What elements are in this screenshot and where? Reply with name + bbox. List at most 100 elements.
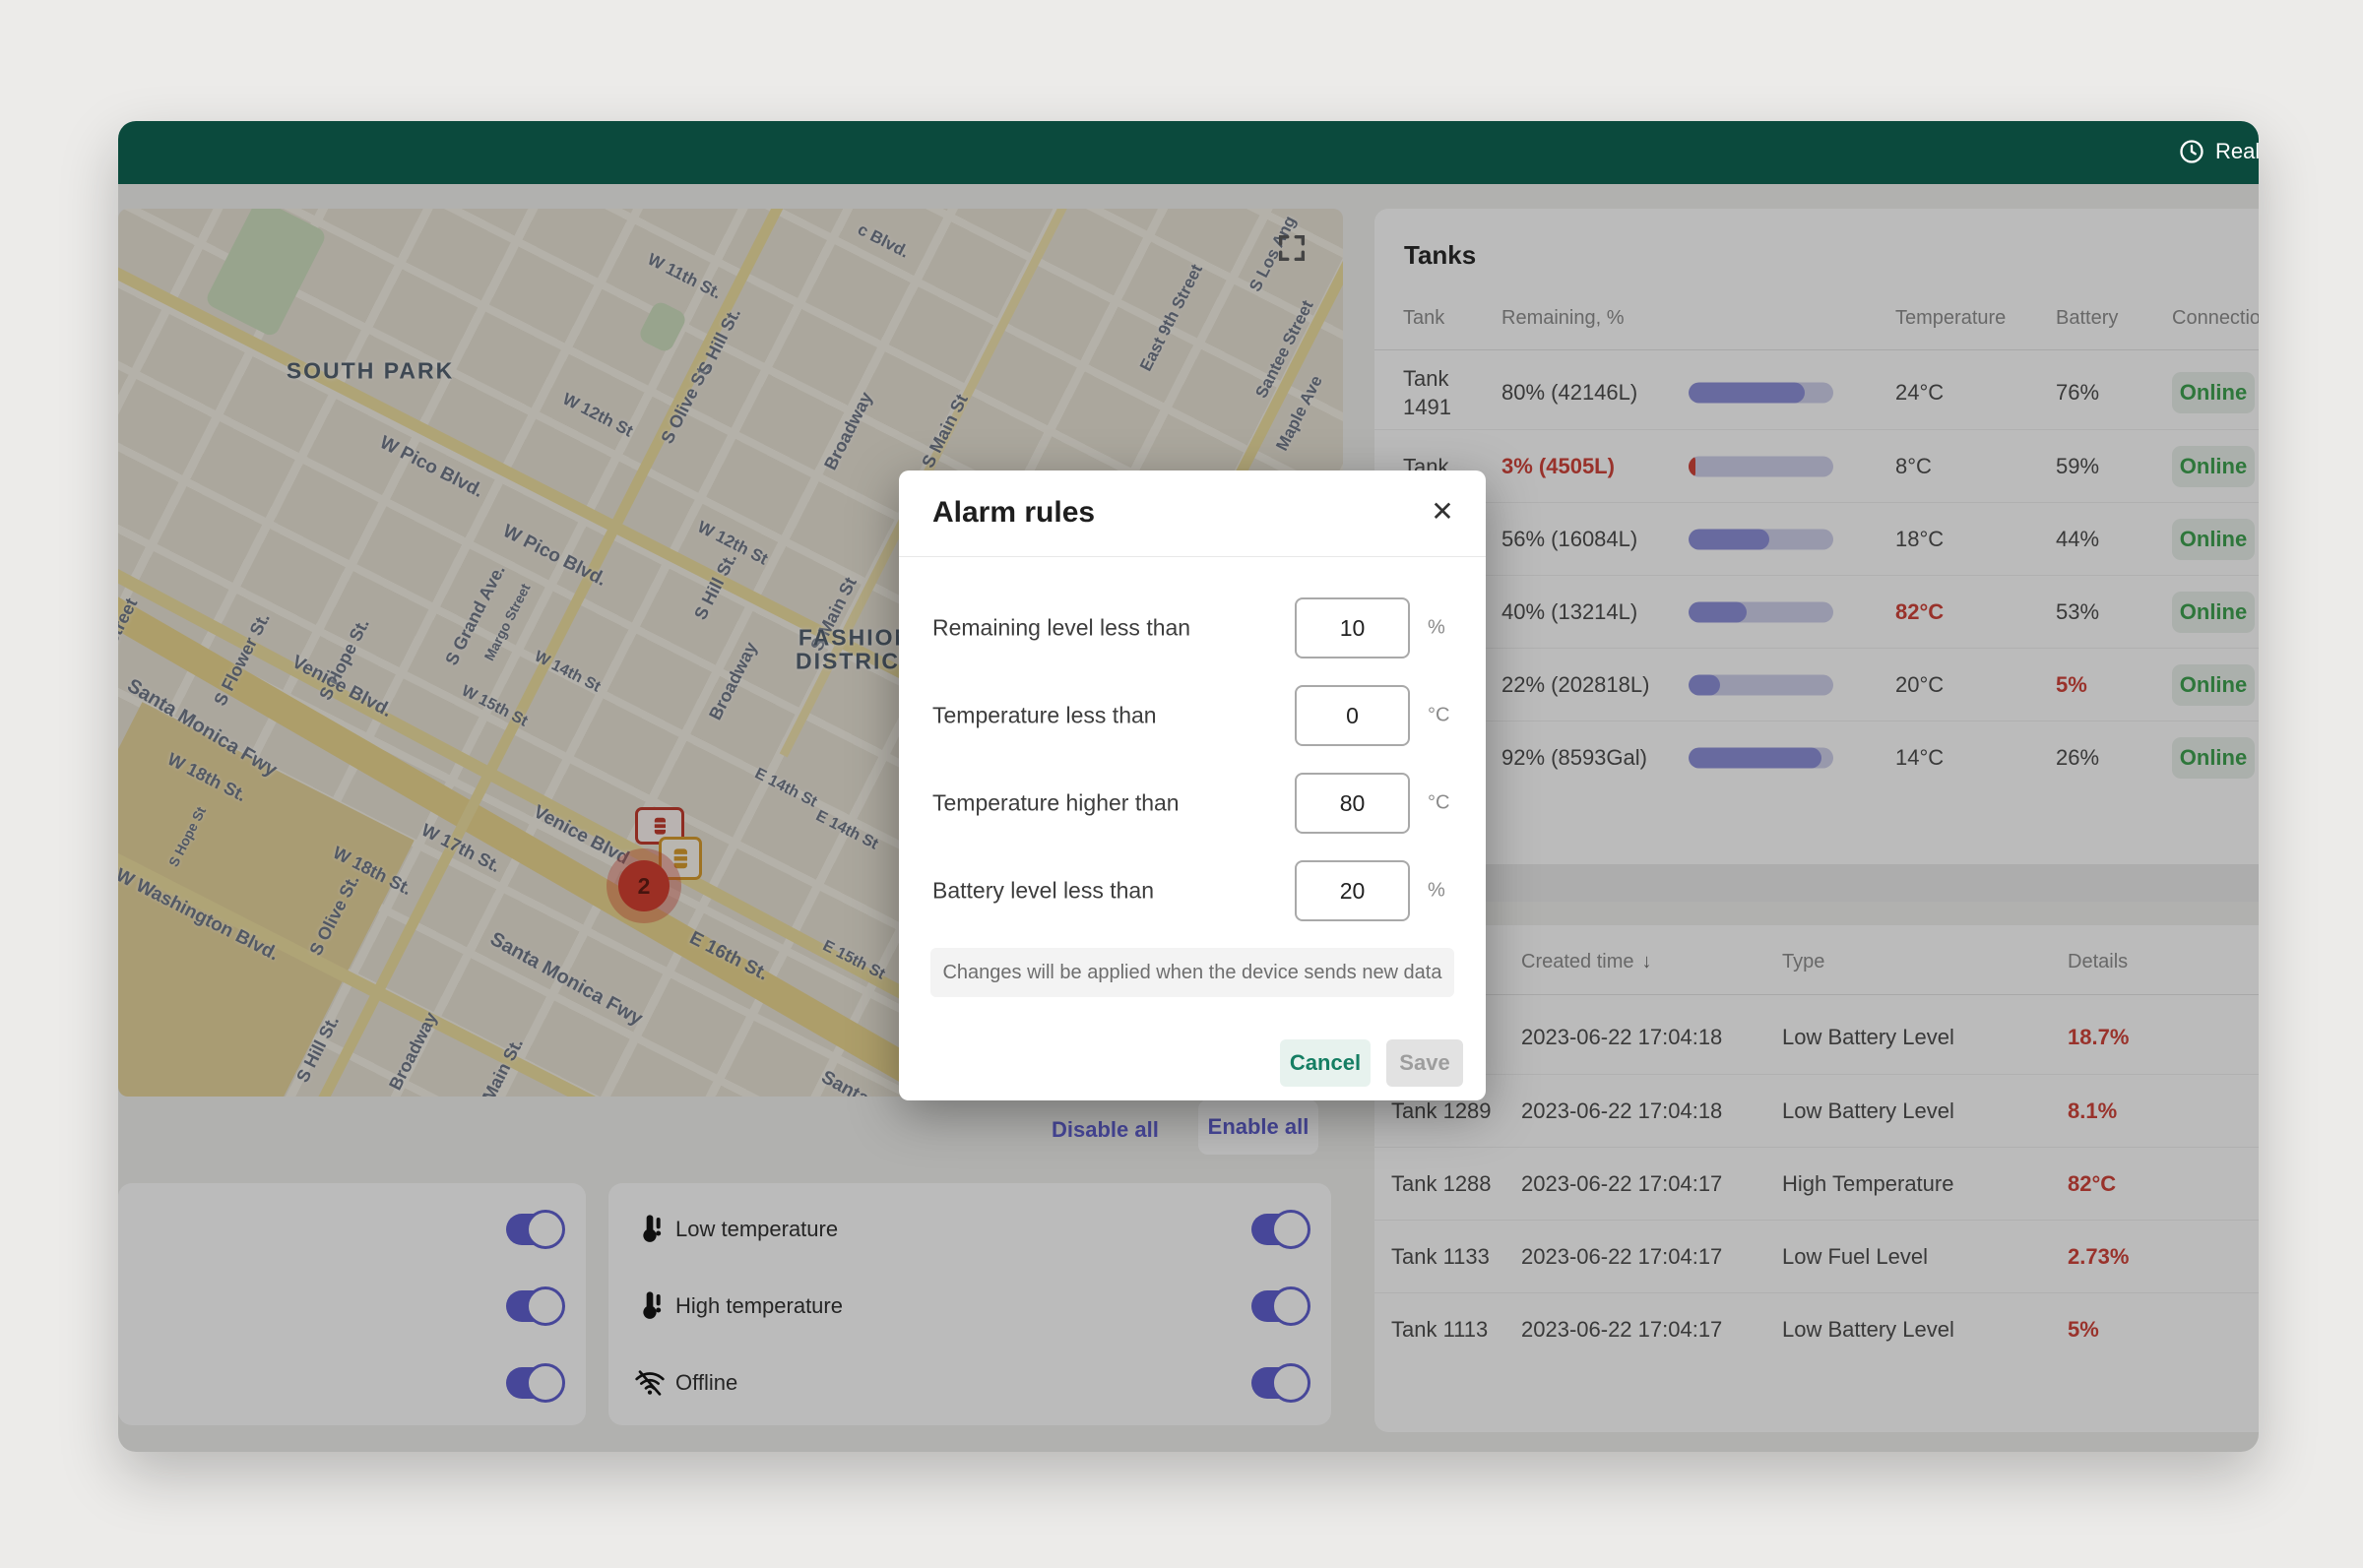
wifi-off-icon [634, 1367, 666, 1399]
alarm-row[interactable]: Tank 11332023-06-22 17:04:17Low Fuel Lev… [1374, 1220, 2259, 1293]
toggle-row: Low temperature [608, 1191, 1331, 1268]
level-bar [1689, 457, 1833, 477]
alarm-rule-row: Remaining level less than10% [899, 597, 1486, 659]
remaining-value: 92% (8593Gal) [1501, 745, 1647, 771]
temperature-value: 24°C [1895, 380, 1944, 406]
remaining-value: 40% (13214L) [1501, 599, 1637, 625]
table-row[interactable]: Tank3% (4505L)8°C59%Online [1374, 429, 2259, 503]
toggle-row [118, 1345, 586, 1421]
save-button[interactable]: Save [1386, 1039, 1463, 1087]
alarm-rule-row: Temperature less than0°C [899, 685, 1486, 746]
alarm-row[interactable]: Tank 12882023-06-22 17:04:17High Tempera… [1374, 1147, 2259, 1221]
street-label: East 9th Street [1136, 261, 1207, 374]
rule-unit: % [1428, 617, 1445, 640]
alarm-created-time: 2023-06-22 17:04:17 [1521, 1171, 1722, 1197]
tanks-partial-row [1374, 864, 2259, 902]
street-label: S Main St [918, 391, 972, 471]
connection-badge: Online [2172, 446, 2255, 487]
toggle-row: High temperature [608, 1268, 1331, 1345]
toggle-label: Low temperature [675, 1217, 838, 1242]
alarm-row[interactable]: Tank 12892023-06-22 17:04:18Low Battery … [1374, 1074, 2259, 1148]
connection-badge: Online [2172, 372, 2255, 413]
cluster-marker[interactable]: 2 [618, 860, 670, 911]
connection-badge: Online [2172, 592, 2255, 633]
street-label: W 11th St. [644, 250, 724, 304]
tanks-title: Tanks [1404, 240, 1476, 271]
app-header: Realt [118, 121, 2259, 184]
rule-label: Battery level less than [932, 878, 1154, 905]
tanks-card: Tanks Tank Remaining, % Temperature Batt… [1374, 209, 2259, 902]
table-row[interactable]: Tank149180% (42146L)24°C76%Online [1374, 356, 2259, 429]
remaining-value: 56% (16084L) [1501, 527, 1637, 552]
remaining-value: 3% (4505L) [1501, 454, 1615, 479]
table-row[interactable]: 40% (13214L)82°C53%Online [1374, 575, 2259, 649]
table-row[interactable]: 92% (8593Gal)14°C26%Online [1374, 721, 2259, 794]
level-bar [1689, 530, 1833, 550]
thermometer-low-icon [634, 1214, 666, 1245]
toggle-row [118, 1191, 586, 1268]
street-label: Santa Monica Fwy [486, 928, 647, 1031]
connection-badge: Online [2172, 664, 2255, 706]
sort-desc-icon[interactable]: ↓ [1642, 951, 1652, 972]
rule-value-input[interactable]: 10 [1295, 597, 1410, 659]
alarm-rules-modal: Alarm rules ✕ Remaining level less than1… [899, 470, 1486, 1100]
level-bar-fill [1689, 675, 1720, 696]
modal-note: Changes will be applied when the device … [930, 948, 1454, 997]
alarm-toggle[interactable] [506, 1290, 561, 1322]
table-row[interactable]: 56% (16084L)18°C44%Online [1374, 502, 2259, 576]
tanks-col-temperature: Temperature [1895, 307, 2006, 330]
rule-unit: °C [1428, 705, 1449, 727]
toggle-label: Offline [675, 1370, 737, 1396]
disable-all-button[interactable]: Disable all [1052, 1105, 1159, 1155]
alarms-col-type: Type [1782, 951, 1824, 973]
app-window: Realt W 11th St.c Blvd.W 12th StW 12th S… [118, 121, 2259, 1452]
alarm-type: Low Battery Level [1782, 1317, 1954, 1343]
temperature-value: 14°C [1895, 745, 1944, 771]
alarm-toggle[interactable] [1251, 1290, 1307, 1322]
rule-unit: °C [1428, 792, 1449, 815]
remaining-value: 80% (42146L) [1501, 380, 1637, 406]
alarm-toggle[interactable] [506, 1367, 561, 1399]
alarm-created-time: 2023-06-22 17:04:17 [1521, 1317, 1722, 1343]
level-bar-fill [1689, 602, 1747, 623]
level-bar [1689, 602, 1833, 623]
temperature-value: 8°C [1895, 454, 1932, 479]
rule-value-input[interactable]: 20 [1295, 860, 1410, 921]
realtime-label: Realt [2215, 139, 2259, 164]
alarms-col-details: Details [2068, 951, 2128, 973]
fullscreen-button[interactable] [1275, 231, 1309, 265]
temperature-value: 20°C [1895, 672, 1944, 698]
rule-value-input[interactable]: 80 [1295, 773, 1410, 834]
cancel-button[interactable]: Cancel [1280, 1039, 1371, 1087]
battery-value: 26% [2056, 745, 2099, 771]
alarm-toggle[interactable] [1251, 1367, 1307, 1399]
map-park [637, 299, 688, 354]
alarm-rule-row: Temperature higher than80°C [899, 773, 1486, 834]
tank-name: Tank1491 [1403, 364, 1451, 421]
table-row[interactable]: 22% (202818L)20°C5%Online [1374, 648, 2259, 721]
toggle-row: Offline [608, 1345, 1331, 1421]
remaining-value: 22% (202818L) [1501, 672, 1649, 698]
alarm-type: Low Battery Level [1782, 1025, 1954, 1050]
alarm-row[interactable]: 2023-06-22 17:04:18Low Battery Level18.7… [1374, 1001, 2259, 1074]
realtime-mode-button[interactable]: Realt [2178, 138, 2259, 165]
street-label: Santa [817, 1067, 872, 1097]
level-bar [1689, 748, 1833, 769]
close-icon[interactable]: ✕ [1423, 492, 1462, 532]
alarm-toggle[interactable] [506, 1214, 561, 1245]
alarm-toggle[interactable] [1251, 1214, 1307, 1245]
level-bar-fill [1689, 383, 1805, 404]
street-label: W 12th St [559, 390, 636, 442]
street-label: E 14th St [812, 807, 880, 853]
alarm-tank-name: Tank 1288 [1391, 1171, 1492, 1197]
alarm-type: Low Battery Level [1782, 1098, 1954, 1124]
enable-all-button[interactable]: Enable all [1198, 1099, 1318, 1155]
clock-icon [2178, 138, 2205, 165]
street-label: Broadway [820, 389, 877, 473]
tanks-col-battery: Battery [2056, 307, 2118, 330]
alarm-row[interactable]: Tank 11132023-06-22 17:04:17Low Battery … [1374, 1292, 2259, 1366]
rule-value-input[interactable]: 0 [1295, 685, 1410, 746]
alarm-type: Low Fuel Level [1782, 1244, 1928, 1270]
alarm-tank-name: Tank 1289 [1391, 1098, 1492, 1124]
level-bar-fill [1689, 530, 1769, 550]
